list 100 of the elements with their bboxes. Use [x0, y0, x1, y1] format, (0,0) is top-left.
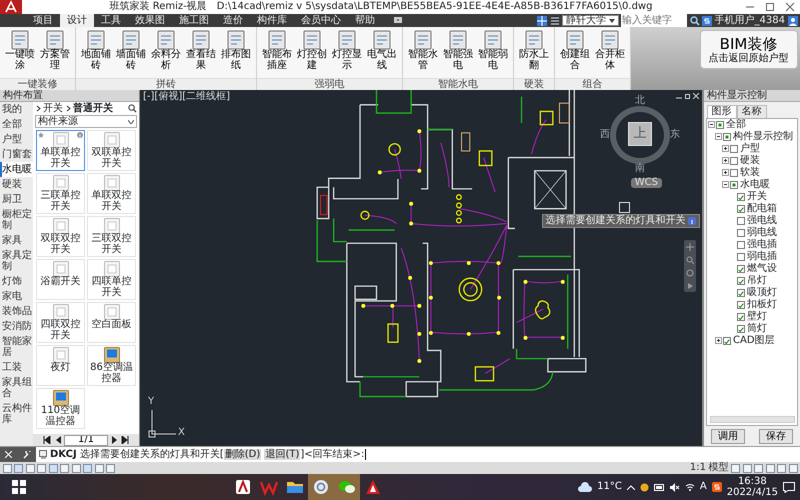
menu-tab[interactable]: 帮助 — [348, 14, 382, 27]
category-tab[interactable]: 水电暖 — [0, 162, 33, 177]
component-card[interactable]: 四联单控开关 — [87, 259, 136, 300]
checkbox[interactable] — [737, 300, 745, 308]
component-card[interactable]: 三联单控开关 — [36, 173, 85, 214]
compass-label[interactable]: 西 — [600, 130, 610, 140]
tree-label[interactable]: 扣板灯 — [747, 298, 777, 310]
ribbon-button[interactable]: 合并柜体 — [592, 27, 628, 71]
menu-tab[interactable]: 设计 — [60, 14, 94, 27]
app-icon[interactable] — [234, 478, 252, 496]
search-field[interactable]: 输入关键字 — [621, 14, 688, 27]
collapse-icon[interactable] — [708, 121, 715, 128]
component-card[interactable]: 110空调温控器 — [36, 388, 85, 429]
user-name[interactable]: 手机用户_4384 — [714, 14, 785, 27]
zoom-icon[interactable] — [686, 256, 694, 264]
menu-tab[interactable]: 构件库 — [250, 14, 294, 27]
component-card[interactable]: 空白面板 — [87, 302, 136, 343]
tray-app-icon[interactable] — [640, 482, 649, 492]
start-icon[interactable] — [12, 480, 26, 494]
close-icon[interactable] — [785, 2, 795, 12]
expand-icon[interactable] — [722, 145, 729, 152]
last-page-icon[interactable] — [121, 436, 129, 444]
source-select[interactable]: 构件来源 — [35, 115, 137, 128]
component-card[interactable]: 双联双控开关 — [36, 216, 85, 257]
user-icon[interactable] — [788, 16, 798, 26]
category-tab[interactable]: 装饰品 — [0, 304, 33, 319]
tree-label[interactable]: 软装 — [740, 166, 760, 178]
play-icon[interactable] — [686, 282, 694, 290]
category-tab[interactable]: 工装 — [0, 360, 33, 375]
category-tab[interactable]: 硬装 — [0, 177, 33, 192]
command-icon[interactable] — [38, 450, 48, 459]
checkbox[interactable] — [737, 228, 745, 236]
checkbox[interactable] — [730, 156, 738, 164]
pan-icon[interactable] — [686, 242, 694, 250]
checkbox[interactable] — [730, 168, 738, 176]
orbit-icon[interactable] — [686, 268, 694, 276]
bim-button[interactable]: BIM装修 点击返回原始户型 — [700, 30, 798, 69]
command-option[interactable]: 退回(T) — [264, 448, 300, 460]
ribbon-button[interactable]: 智能弱电 — [476, 27, 510, 71]
ribbon-button[interactable]: 余料分析 — [148, 27, 184, 71]
checkbox[interactable] — [737, 240, 745, 248]
ribbon-button[interactable]: 电气出线 — [364, 27, 400, 71]
checkbox[interactable] — [723, 336, 731, 344]
component-card[interactable]: 双联单控开关 — [87, 130, 136, 171]
category-tab[interactable]: 智能家居 — [0, 334, 33, 360]
category-tab[interactable]: 家具组合 — [0, 375, 33, 401]
ribbon-button[interactable]: 灯控创建 — [294, 27, 330, 71]
ribbon-button[interactable]: 智能水管 — [406, 27, 440, 71]
collapse-icon[interactable] — [715, 133, 722, 140]
menu-tab[interactable]: 效果图 — [128, 14, 172, 27]
restore-icon[interactable] — [684, 93, 690, 99]
component-card[interactable]: 四联双控开关 — [36, 302, 85, 343]
tree-label[interactable]: CAD图层 — [733, 334, 775, 346]
tree-label[interactable]: 配电箱 — [747, 202, 777, 214]
breadcrumb-link[interactable]: 普通开关 — [73, 102, 113, 115]
horizontal-scrollbar[interactable] — [710, 416, 794, 422]
component-card[interactable]: 单联双控开关 — [87, 173, 136, 214]
ribbon-button[interactable]: 地面铺砖 — [78, 27, 114, 71]
ribbon-button[interactable]: 墙面铺砖 — [114, 27, 148, 71]
tree-label[interactable]: 全部 — [726, 118, 746, 130]
tree-label[interactable]: 燃气设 — [747, 262, 777, 274]
compass-label[interactable]: 东 — [670, 130, 680, 140]
tree-label[interactable]: 强电线 — [747, 214, 777, 226]
component-card[interactable]: 夜灯 — [36, 345, 85, 386]
ribbon-button[interactable]: 灯控显示 — [330, 27, 364, 71]
tree-label[interactable]: 强电插 — [747, 238, 777, 250]
ribbon-button[interactable]: 智能布插座 — [260, 27, 294, 71]
clock[interactable]: 16:38 2022/4/15 — [726, 476, 778, 498]
category-tab[interactable]: 灯饰 — [0, 274, 33, 289]
category-tab[interactable]: 户型 — [0, 132, 33, 147]
expand-icon[interactable] — [715, 337, 722, 344]
ribbon-button[interactable]: 智能强电 — [440, 27, 476, 71]
menu-tab[interactable]: 工具 — [94, 14, 128, 27]
wifi-icon[interactable] — [684, 483, 695, 491]
menu-tab[interactable]: 施工图 — [172, 14, 216, 27]
checkbox[interactable] — [730, 180, 738, 188]
grid-view-icon[interactable] — [537, 16, 548, 26]
expand-icon[interactable] — [722, 169, 729, 176]
breadcrumb-link[interactable]: 开关 — [43, 102, 63, 115]
category-tab[interactable]: 我的 — [0, 102, 33, 117]
command-option[interactable]: 删除(D) — [224, 448, 262, 460]
weather-temperature[interactable]: 11°C — [597, 481, 622, 493]
font-select[interactable]: 静轩大学 — [562, 15, 619, 26]
tree-label[interactable]: 开关 — [747, 190, 767, 202]
app-icon[interactable] — [364, 478, 382, 496]
compass-label[interactable]: 北 — [635, 96, 645, 106]
wrench-icon[interactable] — [22, 450, 31, 458]
first-page-icon[interactable] — [43, 436, 51, 444]
notification-icon[interactable] — [783, 482, 795, 492]
ribbon-button[interactable]: 创建组合 — [558, 27, 592, 71]
checkbox[interactable] — [730, 144, 738, 152]
tree-label[interactable]: 筒灯 — [747, 322, 767, 334]
category-tab[interactable]: 厨卫 — [0, 192, 33, 207]
annotation-scale[interactable]: 1:1 — [690, 462, 706, 474]
tree-label[interactable]: 吊灯 — [747, 274, 767, 286]
weather-icon[interactable] — [578, 482, 592, 492]
ribbon-button[interactable]: 一键喷涂 — [2, 27, 38, 71]
checkbox[interactable] — [737, 288, 745, 296]
tree-label[interactable]: 吸顶灯 — [747, 286, 777, 298]
speaker-muted-icon[interactable] — [670, 482, 680, 492]
